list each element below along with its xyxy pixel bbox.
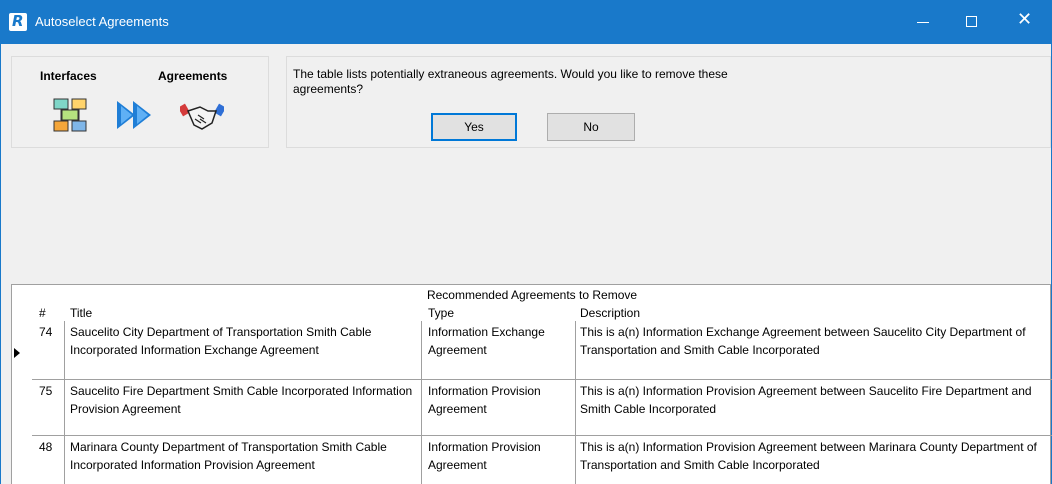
- column-header-number[interactable]: #: [39, 306, 46, 320]
- prompt-message: The table lists potentially extraneous a…: [293, 67, 728, 96]
- row-divider: [32, 379, 1052, 380]
- prompt-panel: The table lists potentially extraneous a…: [286, 56, 1051, 148]
- close-icon: ✕: [1017, 9, 1033, 30]
- app-logo-icon: R: [9, 12, 27, 31]
- row-type: Information Exchange Agreement: [428, 325, 545, 357]
- close-button[interactable]: ✕: [1001, 0, 1047, 44]
- row-divider: [32, 435, 1052, 436]
- row-description: This is a(n) Information Provision Agree…: [580, 440, 1037, 472]
- row-number: 48: [39, 440, 53, 454]
- row-type: Information Provision Agreement: [428, 440, 541, 472]
- table-caption: Recommended Agreements to Remove: [426, 288, 638, 302]
- handshake-icon: [180, 103, 224, 130]
- autoselect-agreements-window: R Autoselect Agreements ✕ Interfaces Agr…: [0, 0, 1052, 484]
- agreements-label: Agreements: [158, 69, 228, 83]
- row-number: 74: [39, 325, 53, 339]
- row-title: Saucelito Fire Department Smith Cable In…: [70, 384, 413, 416]
- maximize-button[interactable]: [949, 0, 995, 44]
- interfaces-diagram-icon: [53, 98, 87, 132]
- column-divider: [421, 321, 422, 484]
- maximize-icon: [966, 16, 977, 27]
- row-description: This is a(n) Information Provision Agree…: [580, 384, 1032, 416]
- row-type: Information Provision Agreement: [428, 384, 541, 416]
- current-row-indicator-icon: [14, 348, 20, 358]
- column-header-description[interactable]: Description: [580, 306, 640, 320]
- column-header-type[interactable]: Type: [428, 306, 454, 320]
- double-arrow-icon: [117, 101, 151, 129]
- minimize-icon: [917, 22, 929, 23]
- no-button[interactable]: No: [547, 113, 635, 141]
- row-title: Saucelito City Department of Transportat…: [70, 325, 372, 357]
- recommended-agreements-table[interactable]: Recommended Agreements to Remove # Title…: [11, 284, 1052, 484]
- workflow-panel: Interfaces Agreements: [11, 56, 269, 148]
- column-divider: [64, 321, 65, 484]
- row-description: This is a(n) Information Exchange Agreem…: [580, 325, 1026, 357]
- window-title: Autoselect Agreements: [35, 14, 169, 29]
- interfaces-label: Interfaces: [40, 69, 97, 83]
- minimize-button[interactable]: [899, 0, 945, 44]
- column-divider: [575, 321, 576, 484]
- column-header-title[interactable]: Title: [70, 306, 92, 320]
- yes-button[interactable]: Yes: [431, 113, 517, 141]
- title-bar[interactable]: R Autoselect Agreements ✕: [1, 0, 1051, 44]
- row-number: 75: [39, 384, 53, 398]
- row-title: Marinara County Department of Transporta…: [70, 440, 387, 472]
